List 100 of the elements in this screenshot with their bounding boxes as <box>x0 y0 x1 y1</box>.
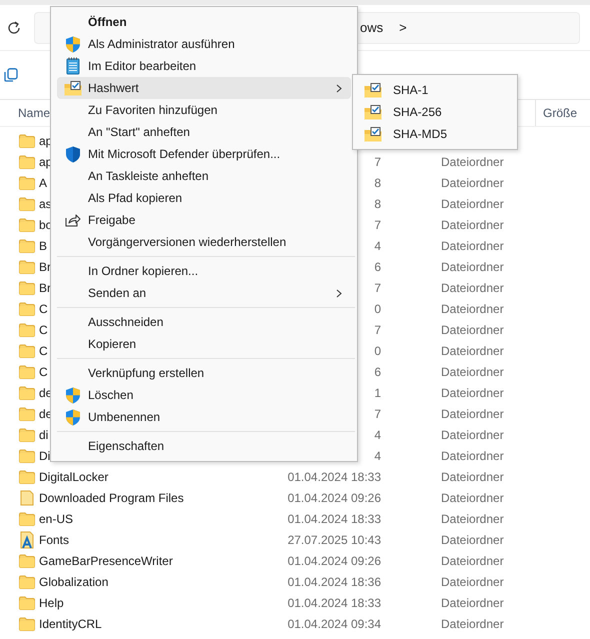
menu-item[interactable]: An "Start" anheften <box>57 121 351 143</box>
date-modified: 01.04.2024 09:26 <box>288 554 381 568</box>
file-type: Dateiordner <box>441 218 504 232</box>
menu-item[interactable]: Im Editor bearbeiten <box>57 55 351 77</box>
file-type: Dateiordner <box>441 238 504 252</box>
folder-icon <box>19 554 35 568</box>
notepad-icon <box>66 57 80 75</box>
date-modified: 0 <box>374 302 381 316</box>
menu-item[interactable]: Vorgängerversionen wiederherstellen <box>57 231 351 253</box>
folder-icon <box>19 154 35 168</box>
file-name[interactable]: GameBarPresenceWriter <box>39 554 275 568</box>
file-type: Dateiordner <box>441 554 504 568</box>
menu-item[interactable]: An Taskleiste anheften <box>57 165 351 187</box>
breadcrumb-chevron[interactable]: > <box>399 20 407 35</box>
menu-item[interactable]: Eigenschaften <box>57 435 351 457</box>
file-type: Dateiordner <box>441 176 504 190</box>
menu-item[interactable]: In Ordner kopieren... <box>57 260 351 282</box>
folder-icon <box>19 238 35 252</box>
folder-icon <box>19 322 35 336</box>
file-name[interactable]: Globalization <box>39 574 275 588</box>
date-modified: 8 <box>374 196 381 210</box>
file-type: Dateiordner <box>441 386 504 400</box>
shield-icon <box>65 146 81 162</box>
menu-item[interactable]: Kopieren <box>57 333 351 355</box>
folder-icon <box>19 218 35 232</box>
shield-icon <box>65 386 81 404</box>
date-modified: 01.04.2024 18:33 <box>288 596 381 610</box>
file-type: Dateiordner <box>441 406 504 420</box>
folder-icon <box>19 260 35 274</box>
date-modified: 7 <box>374 322 381 336</box>
file-type: Dateiordner <box>441 470 504 484</box>
date-modified: 8 <box>374 176 381 190</box>
menu-item[interactable]: Löschen <box>57 384 351 406</box>
date-modified: 01.04.2024 18:33 <box>288 470 381 484</box>
file-name[interactable]: Fonts <box>39 532 275 546</box>
file-type: Dateiordner <box>441 364 504 378</box>
file-type: Dateiordner <box>441 512 504 526</box>
file-type: Dateiordner <box>441 260 504 274</box>
file-type: Dateiordner <box>441 490 504 504</box>
file-type: Dateiordner <box>441 448 504 462</box>
folder-icon <box>19 574 35 588</box>
file-type: Dateiordner <box>441 574 504 588</box>
file-type: Dateiordner <box>441 154 504 168</box>
file-type: Dateiordner <box>441 616 504 630</box>
menu-item[interactable]: SHA-1 <box>356 79 514 101</box>
date-modified: 01.04.2024 18:33 <box>288 512 381 526</box>
date-modified: 4 <box>374 238 381 252</box>
path-text: ows <box>360 20 384 35</box>
name-column-header[interactable]: Name <box>18 106 50 120</box>
folder-icon <box>19 406 35 420</box>
shield-icon <box>65 408 81 426</box>
folder-check-icon <box>364 82 382 98</box>
folder-icon <box>19 196 35 210</box>
size-column-header[interactable]: Größe <box>543 106 578 120</box>
share-icon <box>65 213 81 227</box>
menu-item[interactable]: Umbenennen <box>57 406 351 428</box>
file-type: Dateiordner <box>441 280 504 294</box>
menu-item[interactable]: Ausschneiden <box>57 311 351 333</box>
folder-icon <box>19 280 35 294</box>
date-modified: 6 <box>374 260 381 274</box>
file-type: Dateiordner <box>441 532 504 546</box>
menu-item[interactable]: Zu Favoriten hinzufügen <box>57 99 351 121</box>
date-modified: 7 <box>374 218 381 232</box>
date-modified: 4 <box>374 448 381 462</box>
refresh-icon[interactable] <box>6 20 22 36</box>
file-name[interactable]: DigitalLocker <box>39 470 275 484</box>
folder-icon <box>19 428 35 442</box>
file-type: Dateiordner <box>441 302 504 316</box>
date-modified: 7 <box>374 280 381 294</box>
date-modified: 4 <box>374 428 381 442</box>
file-name[interactable]: en-US <box>39 512 275 526</box>
file-type: Dateiordner <box>441 596 504 610</box>
date-modified: 1 <box>374 386 381 400</box>
folder-icon <box>19 176 35 190</box>
file-type: Dateiordner <box>441 428 504 442</box>
folder-icon <box>19 386 35 400</box>
date-modified: 01.04.2024 09:26 <box>288 490 381 504</box>
folder-icon <box>19 470 35 484</box>
menu-item[interactable]: Öffnen <box>57 11 351 33</box>
date-modified: 0 <box>374 344 381 358</box>
menu-item[interactable]: Freigabe <box>57 209 351 231</box>
folder-icon <box>19 364 35 378</box>
folder-check-icon <box>364 104 382 120</box>
menu-item[interactable]: SHA-MD5 <box>356 123 514 145</box>
menu-item[interactable]: Senden an <box>57 282 351 304</box>
file-name[interactable]: Help <box>39 596 275 610</box>
menu-item[interactable]: Als Administrator ausführen <box>57 33 351 55</box>
file-type: Dateiordner <box>441 344 504 358</box>
folder-icon <box>19 344 35 358</box>
menu-item[interactable]: Hashwert <box>57 77 351 99</box>
menu-item[interactable]: Mit Microsoft Defender überprüfen... <box>57 143 351 165</box>
menu-item[interactable]: Als Pfad kopieren <box>57 187 351 209</box>
date-modified: 01.04.2024 18:36 <box>288 574 381 588</box>
folder-icon <box>19 616 35 630</box>
copy-icon[interactable] <box>4 68 18 82</box>
menu-item[interactable]: Verknüpfung erstellen <box>57 362 351 384</box>
file-name[interactable]: IdentityCRL <box>39 616 275 630</box>
menu-item[interactable]: SHA-256 <box>356 101 514 123</box>
date-modified: 7 <box>374 154 381 168</box>
file-name[interactable]: Downloaded Program Files <box>39 490 275 504</box>
